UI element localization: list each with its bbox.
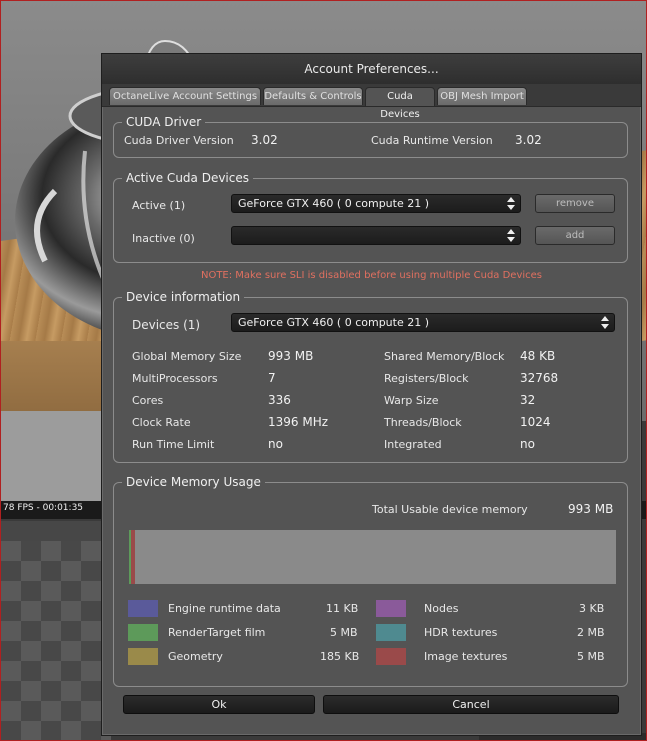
runtime-version-label: Cuda Runtime Version bbox=[371, 134, 493, 147]
info-value: 1396 MHz bbox=[268, 415, 329, 429]
up-down-arrows-icon bbox=[601, 316, 609, 329]
memory-usage-bar bbox=[129, 530, 616, 584]
tab-cuda-devices[interactable]: Cuda Devices bbox=[365, 87, 435, 120]
memory-usage-legend: Device Memory Usage bbox=[122, 474, 265, 490]
runtime-version-value: 3.02 bbox=[515, 133, 542, 147]
memory-item-label: RenderTarget film bbox=[168, 626, 266, 639]
info-value: 48 KB bbox=[520, 349, 556, 363]
total-memory-value: 993 MB bbox=[568, 502, 614, 516]
remove-button[interactable]: remove bbox=[535, 194, 615, 213]
tab-bar: OctaneLive Account Settings Defaults & C… bbox=[102, 84, 641, 120]
memory-swatch bbox=[128, 624, 158, 641]
memory-item-label: Geometry bbox=[168, 650, 223, 663]
inactive-devices-select[interactable] bbox=[231, 226, 521, 245]
scene-shadow bbox=[1, 411, 111, 501]
memory-swatch bbox=[376, 648, 406, 665]
device-information-legend: Device information bbox=[122, 289, 245, 305]
fps-readout: 78 FPS - 00:01:35 bbox=[3, 503, 84, 513]
active-cuda-devices-group: Active Cuda Devices Active (1) GeForce G… bbox=[113, 170, 628, 263]
memory-item-value: 5 MB bbox=[330, 626, 358, 639]
device-memory-usage-group: Device Memory Usage Total Usable device … bbox=[113, 474, 628, 687]
cuda-driver-group: CUDA Driver Cuda Driver Version 3.02 Cud… bbox=[113, 114, 628, 158]
viewport-toolbar-strip bbox=[1, 521, 111, 541]
info-label: Threads/Block bbox=[384, 416, 462, 429]
add-button[interactable]: add bbox=[535, 226, 615, 245]
info-label: Clock Rate bbox=[132, 416, 191, 429]
info-label: Cores bbox=[132, 394, 164, 407]
up-down-arrows-icon bbox=[507, 197, 515, 210]
memory-swatch bbox=[376, 624, 406, 641]
memory-item-value: 2 MB bbox=[577, 626, 605, 639]
devices-label: Devices (1) bbox=[132, 318, 201, 332]
devices-select[interactable]: GeForce GTX 460 ( 0 compute 21 ) bbox=[231, 313, 615, 332]
info-value: 32 bbox=[520, 393, 536, 407]
info-label: Warp Size bbox=[384, 394, 439, 407]
dialog-title[interactable]: Account Preferences... bbox=[102, 54, 641, 84]
driver-version-label: Cuda Driver Version bbox=[124, 134, 234, 147]
cancel-button[interactable]: Cancel bbox=[323, 695, 619, 714]
info-value: 32768 bbox=[520, 371, 559, 385]
info-label: Integrated bbox=[384, 438, 442, 451]
info-value: no bbox=[520, 437, 535, 451]
memory-swatch bbox=[128, 600, 158, 617]
devices-value: GeForce GTX 460 ( 0 compute 21 ) bbox=[238, 316, 430, 329]
active-devices-select[interactable]: GeForce GTX 460 ( 0 compute 21 ) bbox=[231, 194, 521, 213]
info-value: no bbox=[268, 437, 283, 451]
ok-button[interactable]: Ok bbox=[123, 695, 315, 714]
sli-note: NOTE: Make sure SLI is disabled before u… bbox=[200, 270, 543, 281]
checker-background bbox=[1, 541, 111, 740]
total-memory-label: Total Usable device memory bbox=[372, 503, 528, 516]
info-label: Shared Memory/Block bbox=[384, 350, 505, 363]
memory-item-value: 3 KB bbox=[579, 602, 605, 615]
cuda-driver-legend: CUDA Driver bbox=[122, 114, 206, 130]
info-label: Registers/Block bbox=[384, 372, 469, 385]
info-label: MultiProcessors bbox=[132, 372, 218, 385]
memory-swatch bbox=[128, 648, 158, 665]
memory-item-label: Engine runtime data bbox=[168, 602, 281, 615]
inactive-label: Inactive (0) bbox=[132, 232, 195, 245]
tab-defaults-controls[interactable]: Defaults & Controls bbox=[263, 87, 363, 105]
memory-item-value: 5 MB bbox=[577, 650, 605, 663]
driver-version-value: 3.02 bbox=[251, 133, 278, 147]
memory-item-label: Image textures bbox=[424, 650, 508, 663]
info-label: Global Memory Size bbox=[132, 350, 242, 363]
device-information-group: Device information Devices (1) GeForce G… bbox=[113, 289, 628, 463]
tab-octanelive-account-settings[interactable]: OctaneLive Account Settings bbox=[109, 87, 261, 105]
memory-swatch bbox=[376, 600, 406, 617]
memory-item-label: HDR textures bbox=[424, 626, 498, 639]
memory-item-value: 11 KB bbox=[326, 602, 359, 615]
tab-obj-mesh-import[interactable]: OBJ Mesh Import bbox=[437, 87, 527, 105]
active-devices-legend: Active Cuda Devices bbox=[122, 170, 253, 186]
scene-floor-lower bbox=[1, 341, 111, 421]
info-label: Run Time Limit bbox=[132, 438, 215, 451]
info-value: 993 MB bbox=[268, 349, 314, 363]
info-value: 7 bbox=[268, 371, 276, 385]
memory-bar-image-textures-segment bbox=[131, 530, 135, 584]
info-value: 1024 bbox=[520, 415, 551, 429]
info-value: 336 bbox=[268, 393, 291, 407]
account-preferences-dialog: Account Preferences... OctaneLive Accoun… bbox=[101, 53, 642, 736]
active-label: Active (1) bbox=[132, 199, 186, 212]
up-down-arrows-icon bbox=[507, 229, 515, 242]
memory-item-label: Nodes bbox=[424, 602, 459, 615]
active-devices-value: GeForce GTX 460 ( 0 compute 21 ) bbox=[238, 197, 430, 210]
memory-item-value: 185 KB bbox=[320, 650, 360, 663]
